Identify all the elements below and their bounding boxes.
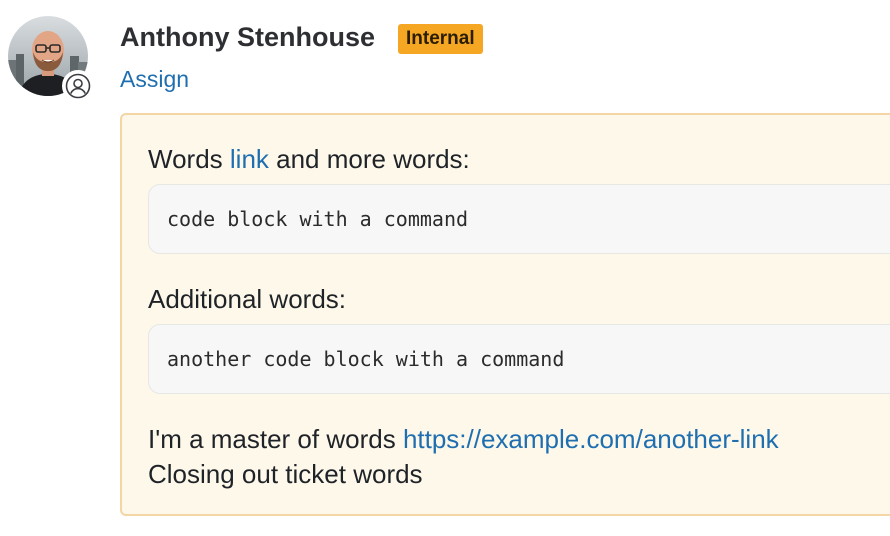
author-name[interactable]: Anthony Stenhouse xyxy=(120,20,375,54)
paragraph-text: I'm a master of words xyxy=(148,424,396,454)
assign-link[interactable]: Assign xyxy=(120,64,189,94)
url-link[interactable]: https://example.com/another-link xyxy=(403,424,779,454)
ticket-comment: Anthony Stenhouse Internal Assign Words … xyxy=(0,0,890,536)
paragraph-intro: Words link and more words: xyxy=(148,142,470,176)
paragraph-additional: Additional words: xyxy=(148,284,346,314)
paragraph-text: Words xyxy=(148,144,223,174)
paragraph-text: and more words: xyxy=(276,144,470,174)
code-text: another code block with a command xyxy=(167,347,565,371)
code-block: code block with a command xyxy=(148,184,890,254)
comment-body: Words link and more words: code block wi… xyxy=(120,113,890,516)
person-icon xyxy=(62,70,94,102)
paragraph-closing: Closing out ticket words xyxy=(148,459,423,489)
paragraph-master: I'm a master of words https://example.co… xyxy=(148,422,779,456)
code-text: code block with a command xyxy=(167,207,469,231)
internal-badge: Internal xyxy=(398,24,483,54)
inline-link[interactable]: link xyxy=(230,144,269,174)
author-avatar-container xyxy=(8,16,94,102)
code-block: another code block with a command xyxy=(148,324,890,394)
